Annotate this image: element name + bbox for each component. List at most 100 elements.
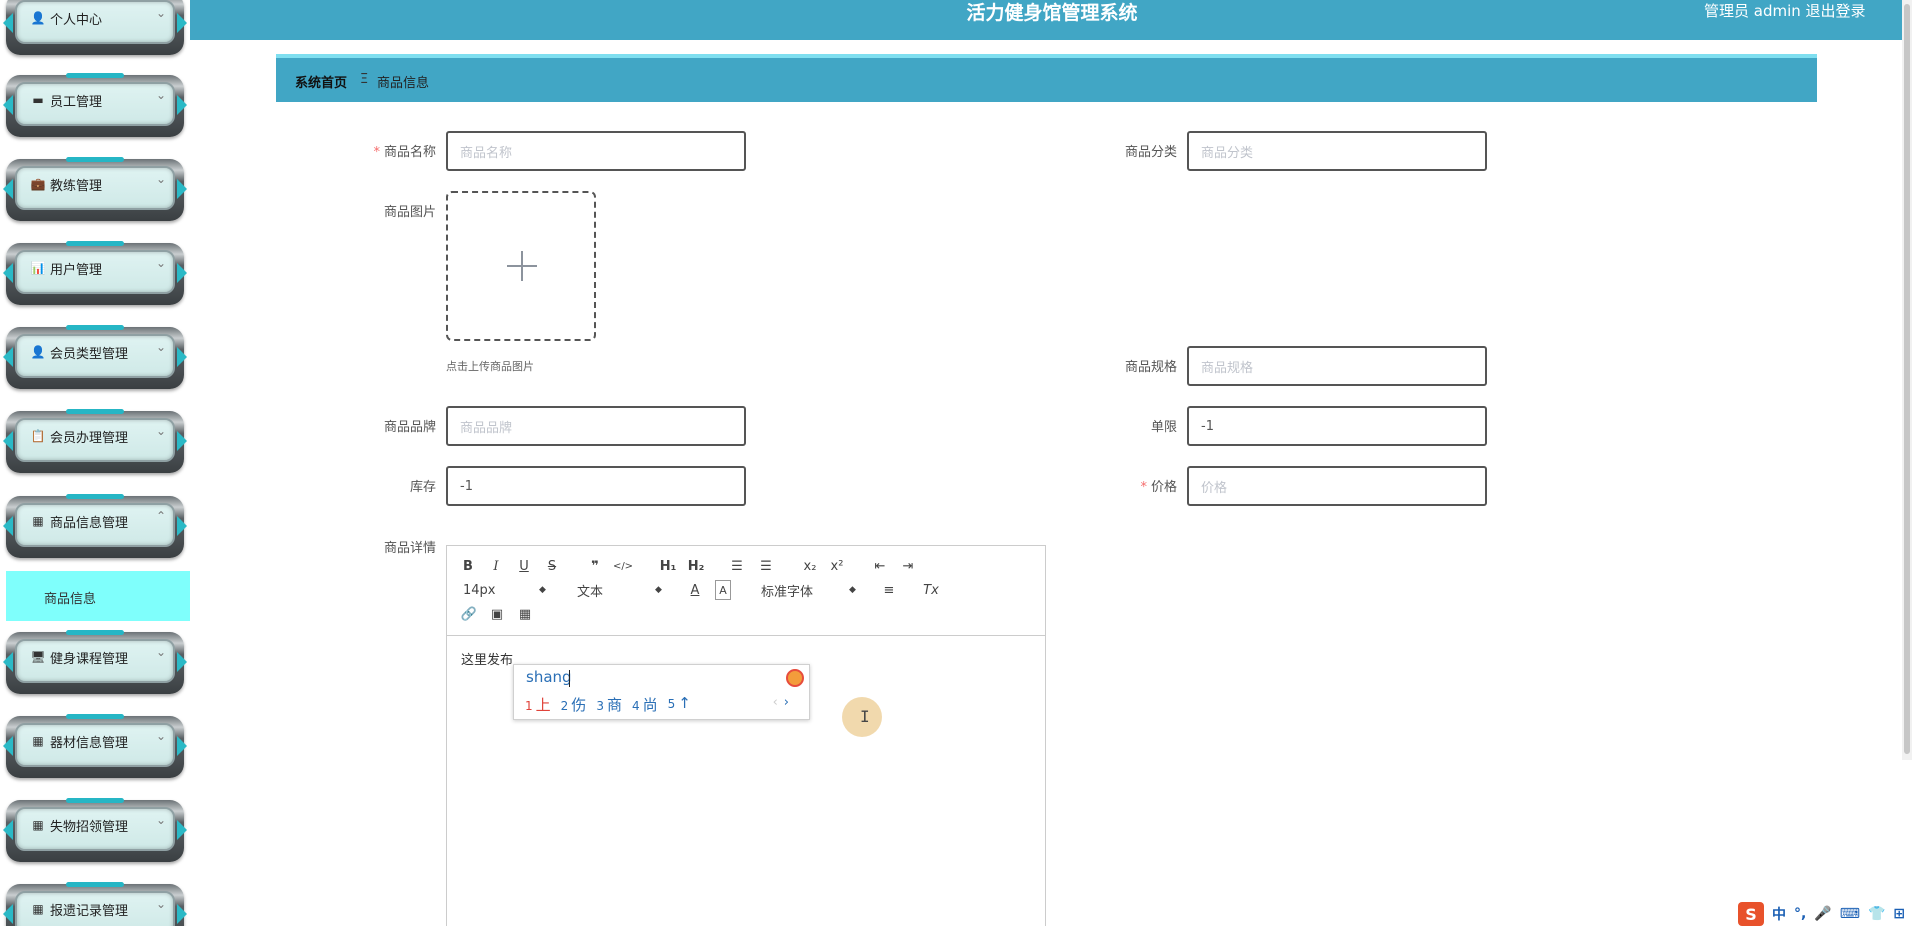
ime-candidate[interactable]: 3商	[596, 694, 622, 715]
link-icon[interactable]: 🔗	[461, 604, 477, 624]
submenu-item-product-info[interactable]: 商品信息	[6, 571, 190, 621]
prev-page-icon[interactable]: ‹	[773, 695, 778, 710]
ime-candidate[interactable]: 1上	[525, 694, 551, 715]
background-color-icon[interactable]: A	[715, 580, 731, 600]
ordered-list-icon[interactable]: ☰	[729, 556, 745, 576]
product-spec-input[interactable]: 商品规格	[1187, 346, 1487, 386]
font-size-select[interactable]: 14px ◆	[463, 580, 547, 600]
ime-pinyin: shang	[526, 668, 572, 686]
briefcase-icon: 💼	[30, 177, 46, 191]
editor-content[interactable]: 这里发布	[461, 649, 513, 668]
product-brand-label: 商品品牌	[383, 420, 436, 435]
menu-label: 会员类型管理	[50, 347, 129, 362]
candidate-number: 5	[667, 697, 676, 711]
rich-text-editor[interactable]: B I U S ❞ </> H₁ H₂ ☰ ☰ x₂ x² ⇤ ⇥ 14px ◆ …	[446, 545, 1046, 926]
product-name-input[interactable]: 商品名称	[446, 131, 746, 171]
font-family-select[interactable]: 标准字体 ◆	[761, 580, 857, 600]
ime-candidate-popup[interactable]: shang 1 上 2 伤 3 商 4 尚 5 ↑ ‹ ›	[513, 664, 810, 720]
menu-label: 个人中心	[50, 13, 103, 28]
limit-input[interactable]: -1	[1187, 406, 1487, 446]
chinese-mode-icon[interactable]: 中	[1772, 904, 1786, 924]
image-icon[interactable]: ▣	[489, 604, 505, 624]
ime-candidate[interactable]: 4尚	[632, 694, 658, 715]
product-brand-input[interactable]: 商品品牌	[446, 406, 746, 446]
menu-accent	[66, 798, 124, 803]
sogou-logo-icon[interactable]: S	[1738, 902, 1764, 926]
user-logout-link[interactable]: 管理员 admin 退出登录	[1704, 0, 1866, 21]
blockquote-icon[interactable]: ❞	[587, 556, 603, 576]
keyboard-icon[interactable]: ⌨	[1840, 906, 1860, 922]
select-arrows-icon: ◆	[539, 585, 546, 595]
chevron-up-icon: ⌃	[155, 509, 166, 523]
product-category-input[interactable]: 商品分类	[1187, 131, 1487, 171]
sidebar-menu-item[interactable]: ▦ 器材信息管理 ⌄	[3, 714, 187, 778]
subscript-icon[interactable]: x₂	[801, 556, 819, 576]
mouse-cursor-highlight: I	[842, 697, 882, 737]
menu-label: 教练管理	[50, 179, 103, 194]
clear-format-icon[interactable]: Tx	[923, 580, 939, 600]
chevron-down-icon: ⌄	[155, 6, 166, 20]
menu-label: 会员办理管理	[50, 431, 129, 446]
heading2-icon[interactable]: H₂	[686, 556, 706, 576]
next-page-icon[interactable]: ›	[784, 695, 789, 710]
ime-candidates: 1 上 2 伤 3 商 4 尚 5 ↑	[525, 694, 701, 715]
product-spec-label: 商品规格	[1124, 360, 1177, 375]
underline-icon[interactable]: U	[517, 556, 531, 576]
stock-input[interactable]: -1	[446, 466, 746, 506]
sidebar-menu-item[interactable]: ▦ 商品信息管理 ⌃	[3, 494, 187, 558]
menu-label: 用户管理	[50, 263, 103, 278]
sidebar-menu-item[interactable]: ▦ 报遗记录管理 ⌄	[3, 882, 187, 926]
ime-logo-icon[interactable]	[786, 669, 804, 687]
sidebar-menu-item[interactable]: 🖥 健身课程管理 ⌄	[3, 630, 187, 694]
code-block-icon[interactable]: </>	[613, 556, 633, 576]
sidebar-menu-item[interactable]: 📊 用户管理 ⌄	[3, 241, 187, 305]
sidebar-menu-item[interactable]: ▬ 员工管理 ⌄	[3, 73, 187, 137]
toolbox-icon[interactable]: ⊞	[1893, 906, 1905, 922]
menu-accent	[66, 882, 124, 887]
candidate-text: 伤	[571, 696, 587, 714]
sidebar-menu-item[interactable]: 💼 教练管理 ⌄	[3, 157, 187, 221]
indent-icon[interactable]: ⇥	[900, 556, 916, 576]
chevron-down-icon: ⌄	[155, 645, 166, 659]
candidate-number: 3	[596, 699, 604, 713]
candidate-number: 1	[525, 699, 533, 713]
punctuation-icon[interactable]: °,	[1794, 906, 1806, 922]
image-upload-box[interactable]	[446, 191, 596, 341]
scrollbar-thumb[interactable]	[1904, 4, 1910, 754]
menu-label: 报遗记录管理	[50, 904, 129, 919]
select-arrows-icon: ◆	[655, 585, 662, 595]
menu-accent	[66, 325, 124, 330]
menu-label: 器材信息管理	[50, 736, 129, 751]
strikethrough-icon[interactable]: S	[545, 556, 559, 576]
sidebar-menu-item[interactable]: ▦ 失物招领管理 ⌄	[3, 798, 187, 862]
candidate-number: 4	[631, 699, 640, 713]
sidebar-menu-item[interactable]: 👤 会员类型管理 ⌄	[3, 325, 187, 389]
ime-candidate[interactable]: 2伤	[561, 694, 587, 715]
bold-icon[interactable]: B	[461, 556, 475, 576]
superscript-icon[interactable]: x²	[828, 556, 846, 576]
breadcrumb-home[interactable]: 系统首页	[295, 72, 347, 91]
sidebar-menu-item[interactable]: 👤 个人中心 ⌄	[3, 0, 187, 55]
ime-page-nav[interactable]: ‹ ›	[773, 695, 789, 710]
product-detail-label: 商品详情	[383, 541, 436, 556]
block-type-select[interactable]: 文本 ◆	[577, 580, 663, 600]
heading1-icon[interactable]: H₁	[658, 556, 678, 576]
editor-toolbar: B I U S ❞ </> H₁ H₂ ☰ ☰ x₂ x² ⇤ ⇥ 14px ◆ …	[447, 546, 1045, 636]
outdent-icon[interactable]: ⇤	[872, 556, 888, 576]
top-header: 活力健身馆管理系统 管理员 admin 退出登录	[190, 0, 1904, 40]
submenu-label: 商品信息	[44, 592, 97, 607]
video-icon[interactable]: ▦	[517, 604, 533, 624]
menu-label: 商品信息管理	[50, 516, 129, 531]
menu-accent	[66, 73, 124, 78]
price-input[interactable]: 价格	[1187, 466, 1487, 506]
page-scrollbar[interactable]	[1902, 0, 1912, 760]
text-color-icon[interactable]: A	[687, 580, 703, 600]
align-icon[interactable]: ≡	[881, 580, 897, 600]
microphone-icon[interactable]: 🎤	[1814, 906, 1831, 922]
ime-candidate[interactable]: 5 ↑	[668, 694, 691, 715]
skin-icon[interactable]: 👕	[1868, 906, 1885, 922]
bullet-list-icon[interactable]: ☰	[758, 556, 774, 576]
italic-icon[interactable]: I	[489, 556, 503, 576]
ime-tray: S 中 °, 🎤 ⌨ 👕 ⊞	[1738, 902, 1905, 926]
sidebar-menu-item[interactable]: 📋 会员办理管理 ⌄	[3, 409, 187, 473]
